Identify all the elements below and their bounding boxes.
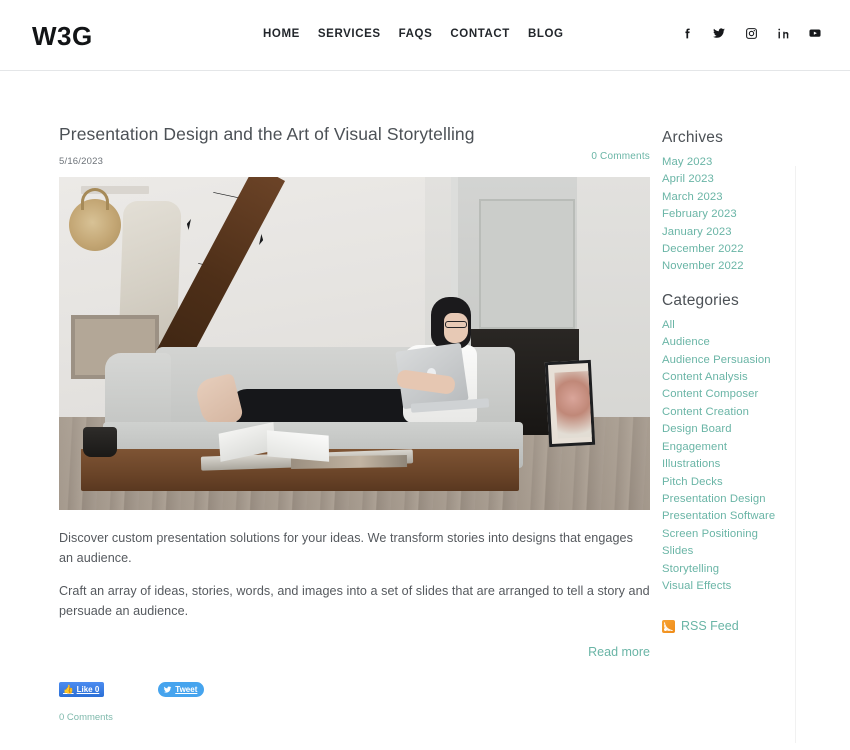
archive-link-march-2023[interactable]: March 2023 (662, 191, 723, 203)
list-item: January 2023 (662, 223, 850, 240)
post-paragraph-1: Discover custom presentation solutions f… (59, 531, 633, 565)
list-item: March 2023 (662, 188, 850, 205)
facebook-like-button[interactable]: 👍 Like 0 (59, 681, 105, 697)
instagram-icon[interactable] (744, 26, 758, 40)
category-link-slides[interactable]: Slides (662, 545, 693, 557)
read-more-link[interactable]: Read more (588, 645, 650, 659)
site-logo[interactable]: W3G (32, 21, 93, 52)
linkedin-icon[interactable] (776, 26, 790, 40)
post-featured-image (59, 177, 650, 510)
category-link-audience-persuasion[interactable]: Audience Persuasion (662, 354, 771, 366)
nav-item-home[interactable]: HOME (254, 28, 309, 40)
photo-artwork-canvas (554, 370, 592, 439)
archives-heading: Archives (662, 129, 724, 146)
page-title: Presentation Design and the Art of Visua… (59, 124, 475, 144)
comments-count-link-top[interactable]: 0 Comments (591, 151, 650, 162)
photo-leaning-artwork (544, 359, 596, 448)
social-links (680, 26, 822, 40)
archive-link-april-2023[interactable]: April 2023 (662, 173, 714, 185)
archive-link-december-2022[interactable]: December 2022 (662, 243, 744, 255)
archive-link-may-2023[interactable]: May 2023 (662, 156, 712, 168)
page-body: Presentation Design and the Art of Visua… (0, 71, 850, 750)
list-item: Content Creation (662, 403, 850, 420)
list-item: February 2023 (662, 205, 850, 222)
category-link-screen-positioning[interactable]: Screen Positioning (662, 528, 758, 540)
list-item: Visual Effects (662, 577, 850, 594)
thumbs-up-icon: 👍 (63, 683, 74, 694)
sidebar: Archives May 2023 April 2023 March 2023 … (651, 71, 850, 750)
nav-item-blog[interactable]: BLOG (519, 28, 573, 40)
site-header: W3G HOME SERVICES FAQS CONTACT BLOG (0, 0, 850, 71)
comments-count-link-bottom[interactable]: 0 Comments (59, 712, 113, 723)
category-link-presentation-design[interactable]: Presentation Design (662, 493, 766, 505)
category-link-visual-effects[interactable]: Visual Effects (662, 580, 731, 592)
list-item: Audience Persuasion (662, 351, 850, 368)
list-item: Presentation Software (662, 507, 850, 524)
photo-open-book-right (266, 430, 330, 462)
list-item: Audience (662, 333, 850, 350)
photo-person-legs (229, 389, 419, 425)
list-item: December 2022 (662, 240, 850, 257)
list-item: Engagement (662, 438, 850, 455)
nav-item-faqs[interactable]: FAQS (390, 28, 442, 40)
category-link-all[interactable]: All (662, 319, 675, 331)
post-body: Discover custom presentation solutions f… (59, 529, 650, 621)
twitter-tweet-button[interactable]: Tweet (158, 681, 205, 697)
list-item: Illustrations (662, 455, 850, 472)
categories-heading: Categories (662, 291, 739, 309)
category-link-audience[interactable]: Audience (662, 336, 710, 348)
archive-link-january-2023[interactable]: January 2023 (662, 226, 732, 238)
list-item: May 2023 (662, 153, 850, 170)
category-link-content-analysis[interactable]: Content Analysis (662, 371, 748, 383)
list-item: Design Board (662, 420, 850, 437)
rss-icon (662, 619, 675, 633)
twitter-tweet-label: Tweet (175, 684, 198, 694)
archives-list: May 2023 April 2023 March 2023 February … (662, 153, 850, 275)
rss-feed-link[interactable]: RSS Feed (681, 619, 739, 633)
nav-item-services[interactable]: SERVICES (309, 28, 390, 40)
photo-bag-handle (81, 188, 109, 210)
list-item: Pitch Decks (662, 473, 850, 490)
photo-person-glasses (445, 321, 467, 328)
facebook-like-label: Like 0 (76, 684, 100, 694)
category-link-engagement[interactable]: Engagement (662, 441, 727, 453)
post-date: 5/16/2023 (59, 156, 104, 167)
category-link-storytelling[interactable]: Storytelling (662, 563, 719, 575)
post-meta: 5/16/2023 0 Comments (59, 151, 650, 167)
photo-person-face (444, 313, 468, 343)
youtube-icon[interactable] (808, 26, 822, 40)
list-item: All (662, 316, 850, 333)
list-item: April 2023 (662, 170, 850, 187)
social-share-row: 👍 Like 0 Tweet (59, 679, 651, 699)
list-item: Content Analysis (662, 368, 850, 385)
category-link-presentation-software[interactable]: Presentation Software (662, 510, 775, 522)
read-more-row: Read more (59, 643, 650, 661)
list-item: Presentation Design (662, 490, 850, 507)
post-paragraph-2: Craft an array of ideas, stories, words,… (59, 584, 650, 618)
category-link-illustrations[interactable]: Illustrations (662, 458, 720, 470)
category-link-content-composer[interactable]: Content Composer (662, 388, 758, 400)
category-link-design-board[interactable]: Design Board (662, 423, 732, 435)
nav-item-contact[interactable]: CONTACT (441, 28, 519, 40)
categories-list: All Audience Audience Persuasion Content… (662, 316, 850, 595)
rss-feed-row[interactable]: RSS Feed (662, 619, 850, 633)
facebook-icon[interactable] (680, 26, 694, 40)
list-item: Slides (662, 542, 850, 559)
category-link-pitch-decks[interactable]: Pitch Decks (662, 476, 723, 488)
blog-post-column: Presentation Design and the Art of Visua… (0, 71, 651, 750)
category-link-content-creation[interactable]: Content Creation (662, 406, 749, 418)
photo-dark-pot (83, 427, 117, 457)
list-item: Screen Positioning (662, 525, 850, 542)
list-item: November 2022 (662, 257, 850, 274)
archive-link-february-2023[interactable]: February 2023 (662, 208, 737, 220)
archive-link-november-2022[interactable]: November 2022 (662, 260, 744, 272)
main-navigation: HOME SERVICES FAQS CONTACT BLOG (254, 28, 573, 40)
list-item: Content Composer (662, 385, 850, 402)
twitter-icon[interactable] (712, 26, 726, 40)
twitter-bird-icon (164, 686, 172, 693)
list-item: Storytelling (662, 560, 850, 577)
photo-door-panel (479, 199, 575, 329)
